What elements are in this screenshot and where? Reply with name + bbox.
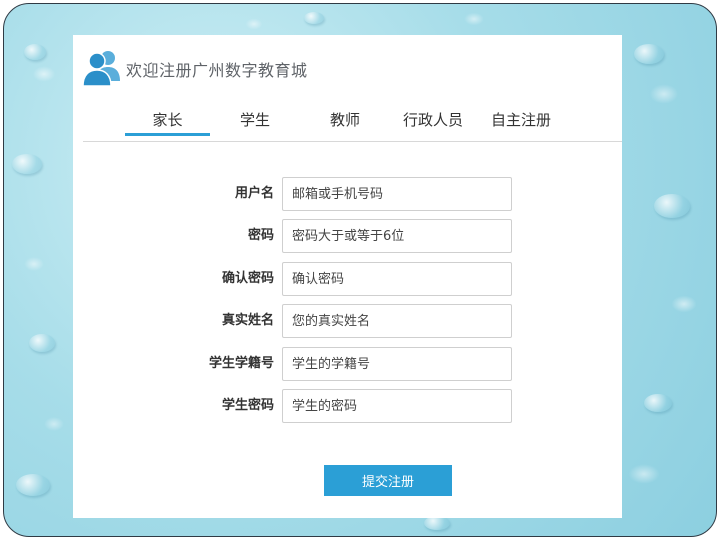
registration-card: 欢迎注册广州数字教育城 家长 学生 教师 行政人员 自主注册 用户名 密码 确认…	[73, 35, 622, 518]
water-drop	[16, 474, 50, 496]
username-input[interactable]	[282, 177, 512, 211]
password-input[interactable]	[282, 219, 512, 253]
water-drop	[304, 12, 324, 24]
tabs-divider	[83, 141, 622, 142]
water-drop	[24, 44, 46, 60]
water-drop	[644, 394, 672, 412]
water-drop	[29, 334, 55, 352]
form-row-real-name: 真实姓名	[73, 304, 622, 338]
student-password-label: 学生密码	[221, 398, 274, 413]
student-id-input[interactable]	[282, 347, 512, 381]
form-row-username: 用户名	[73, 177, 622, 211]
username-label: 用户名	[234, 186, 274, 201]
password-label: 密码	[247, 228, 274, 243]
student-password-input[interactable]	[282, 389, 512, 423]
role-tabs: 家长 学生 教师 行政人员 自主注册	[73, 108, 622, 142]
tab-teacher[interactable]: 教师	[311, 108, 379, 136]
confirm-password-input[interactable]	[282, 262, 512, 296]
tab-self-register[interactable]: 自主注册	[483, 108, 559, 136]
form-row-student-password: 学生密码	[73, 389, 622, 423]
water-background: 欢迎注册广州数字教育城 家长 学生 教师 行政人员 自主注册 用户名 密码 确认…	[3, 3, 717, 537]
confirm-password-label: 确认密码	[221, 271, 274, 286]
water-drop	[12, 154, 42, 174]
submit-registration-button[interactable]: 提交注册	[324, 465, 452, 496]
user-group-icon	[82, 51, 120, 87]
form-row-password: 密码	[73, 219, 622, 253]
form-row-student-id: 学生学籍号	[73, 347, 622, 381]
real-name-label: 真实姓名	[221, 313, 274, 328]
tab-parent[interactable]: 家长	[125, 108, 210, 136]
water-drop	[654, 194, 690, 218]
water-drop	[634, 44, 664, 64]
tab-admin-staff[interactable]: 行政人员	[395, 108, 471, 136]
tab-student[interactable]: 学生	[221, 108, 289, 136]
student-id-label: 学生学籍号	[208, 356, 274, 371]
page-title: 欢迎注册广州数字教育城	[126, 61, 308, 80]
water-drop	[424, 516, 450, 530]
real-name-input[interactable]	[282, 304, 512, 338]
form-row-confirm-password: 确认密码	[73, 262, 622, 296]
